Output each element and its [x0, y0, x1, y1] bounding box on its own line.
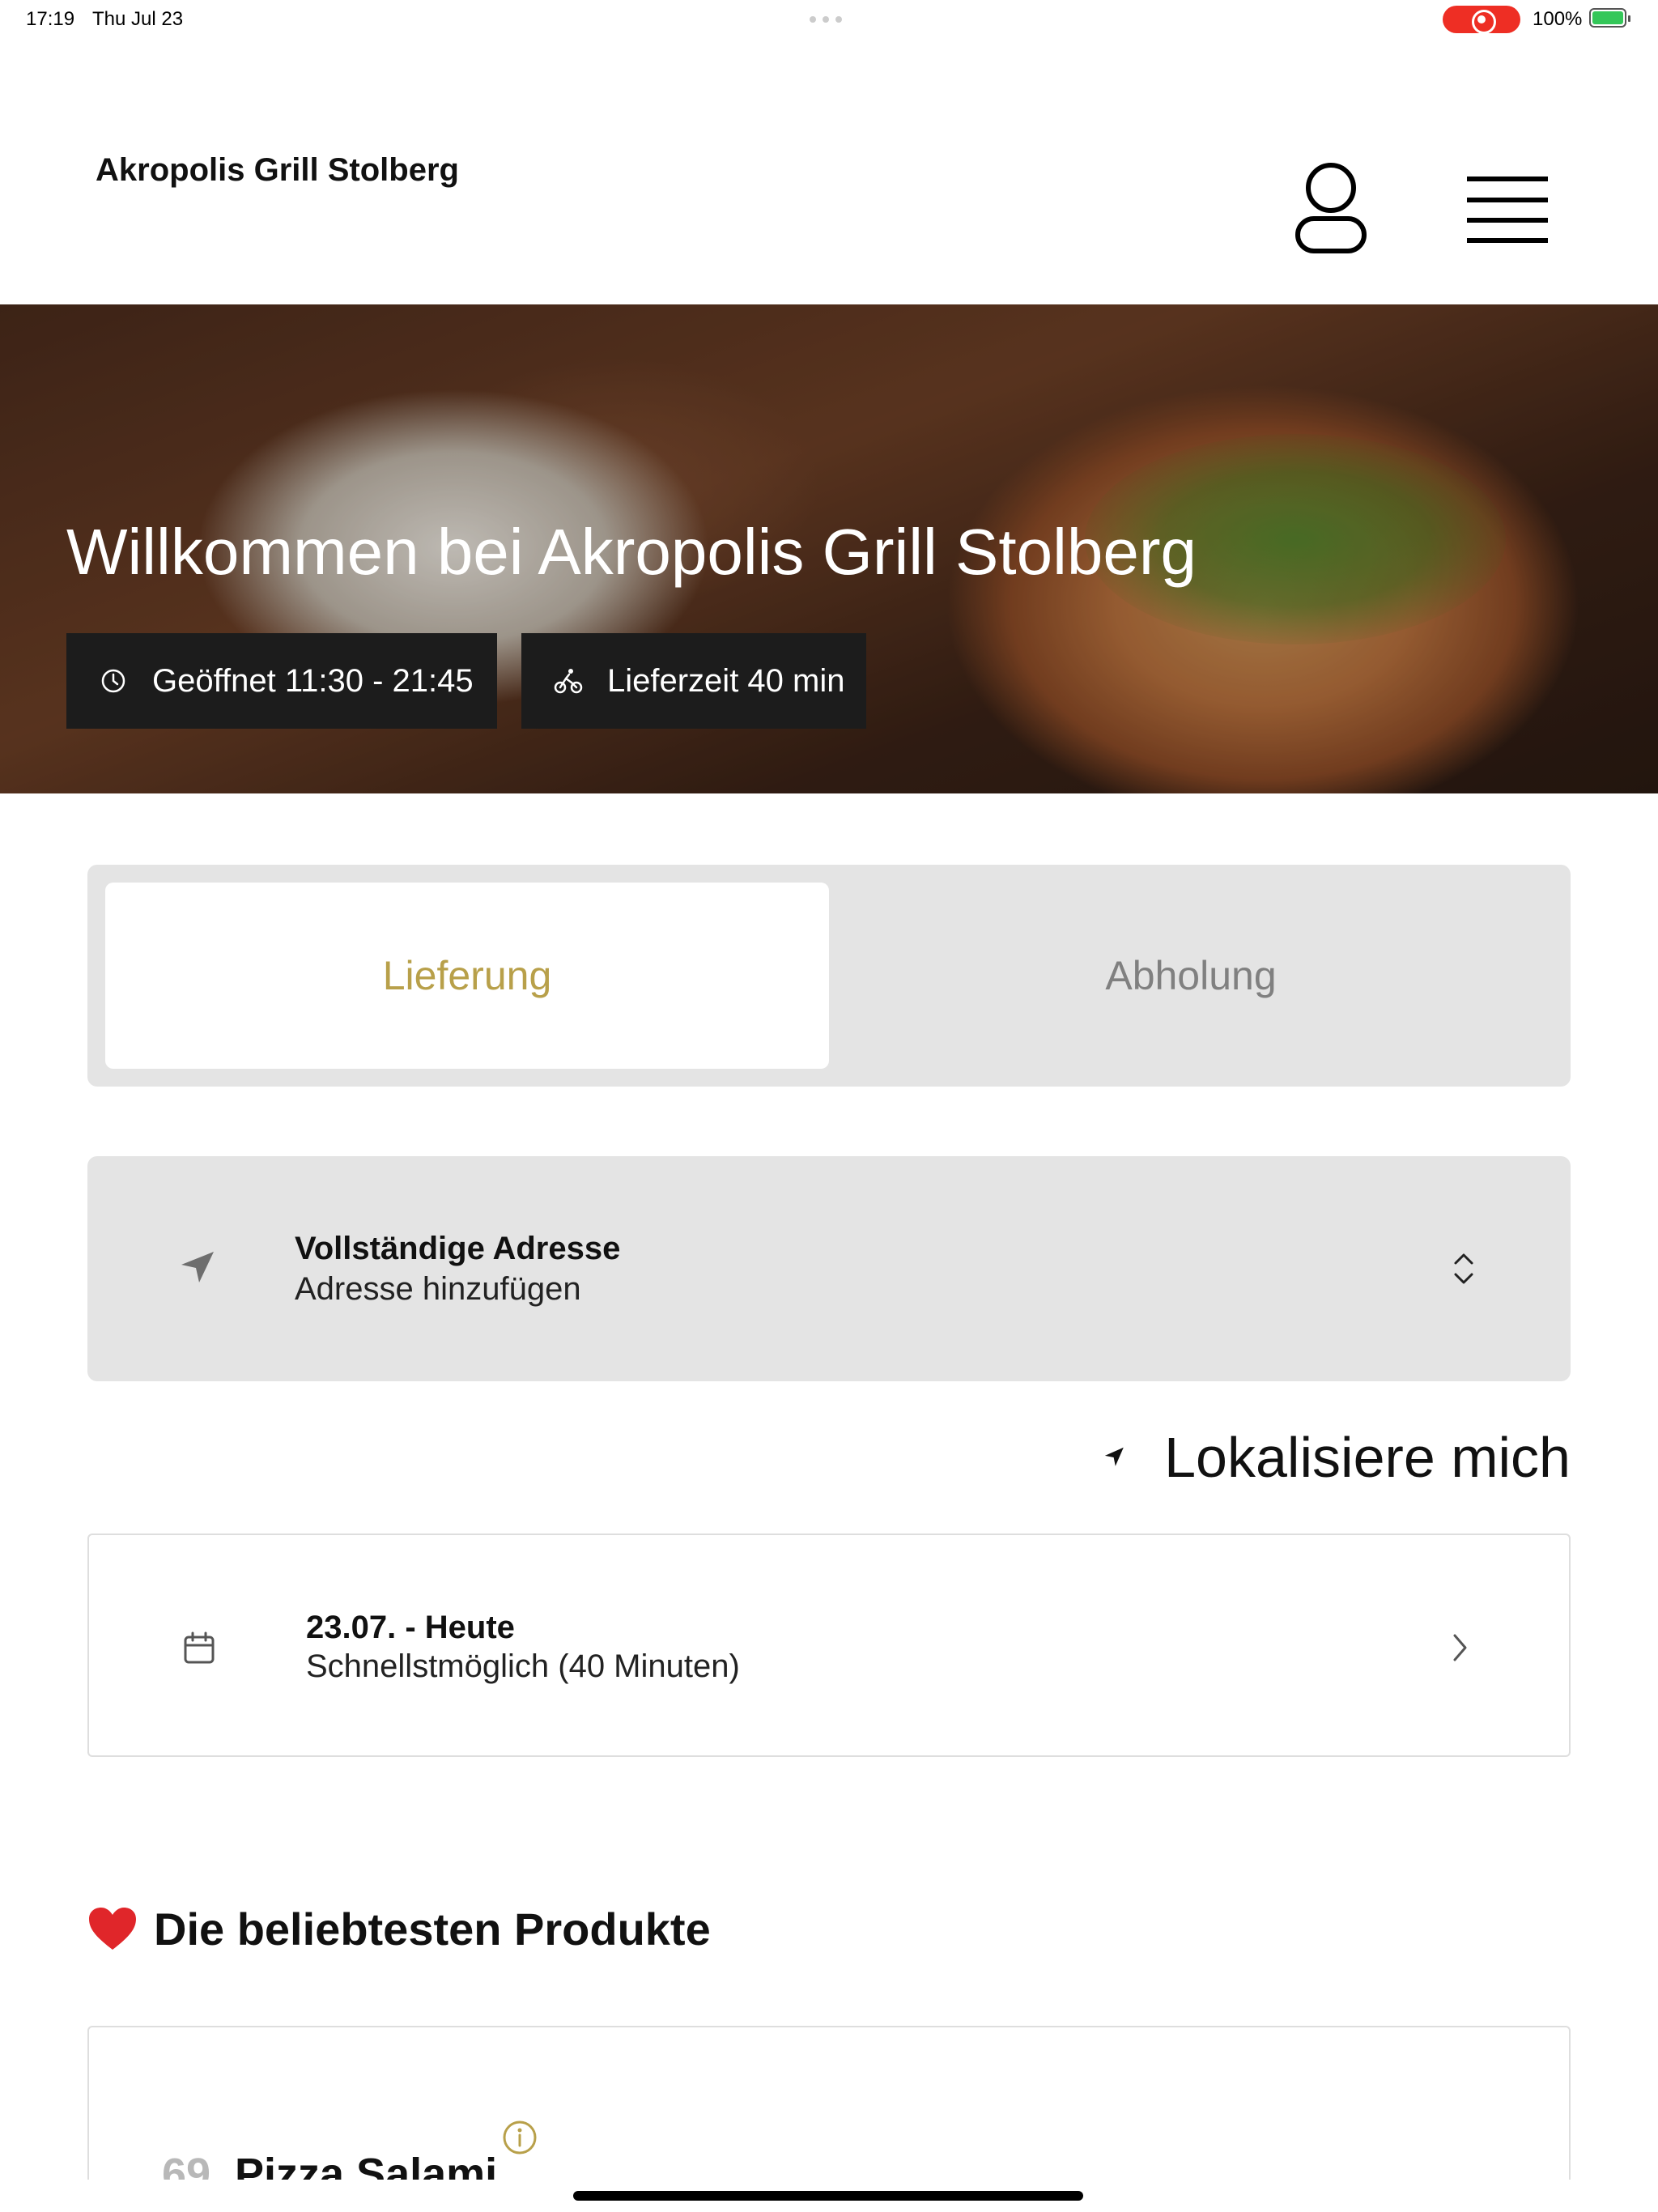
clock-icon — [97, 665, 130, 697]
opening-hours-text: Geöffnet 11:30 - 21:45 — [152, 662, 474, 699]
battery-percentage: 100% — [1533, 8, 1583, 30]
popular-products-heading: Die beliebtesten Produkte — [87, 1899, 711, 1958]
info-icon[interactable] — [502, 2120, 538, 2155]
status-bar: 17:19 Thu Jul 23 100% — [0, 0, 1658, 39]
delivery-time-text: Lieferzeit 40 min — [607, 662, 845, 699]
locate-me-button[interactable]: Lokalisiere mich — [1103, 1425, 1571, 1490]
multitasking-dots-icon[interactable] — [810, 16, 848, 23]
order-mode-toggle: Lieferung Abholung — [87, 865, 1571, 1087]
status-date: Thu Jul 23 — [92, 8, 184, 30]
locate-me-label: Lokalisiere mich — [1164, 1426, 1571, 1489]
screen-recording-icon[interactable] — [1443, 6, 1520, 34]
delivery-schedule-selector[interactable]: 23.07. - Heute Schnellstmöglich (40 Minu… — [87, 1534, 1571, 1757]
chevron-up-down-icon — [1454, 1253, 1473, 1284]
bicycle-icon — [552, 665, 585, 697]
user-icon[interactable] — [1294, 159, 1368, 256]
hamburger-menu-icon[interactable] — [1467, 175, 1548, 245]
status-time: 17:19 — [26, 8, 75, 30]
schedule-time: Schnellstmöglich (40 Minuten) — [306, 1648, 740, 1684]
address-selector[interactable]: Vollständige Adresse Adresse hinzufügen — [87, 1156, 1571, 1381]
location-arrow-icon — [1104, 1447, 1124, 1466]
section-title: Die beliebtesten Produkte — [154, 1903, 711, 1955]
app-header: Akropolis Grill Stolberg — [0, 39, 1658, 304]
address-title: Vollständige Adresse — [295, 1231, 621, 1266]
address-subtitle: Adresse hinzufügen — [295, 1271, 581, 1307]
location-arrow-icon — [181, 1252, 214, 1283]
calendar-icon — [184, 1631, 215, 1664]
home-indicator[interactable] — [573, 2191, 1083, 2201]
hero-banner: Willkommen bei Akropolis Grill Stolberg … — [0, 304, 1658, 793]
schedule-date: 23.07. - Heute — [306, 1610, 515, 1645]
restaurant-name[interactable]: Akropolis Grill Stolberg — [96, 152, 459, 189]
tab-lieferung[interactable]: Lieferung — [105, 883, 829, 1069]
opening-hours-badge: Geöffnet 11:30 - 21:45 — [66, 633, 497, 729]
battery-icon — [1589, 8, 1630, 28]
tab-abholung[interactable]: Abholung — [829, 883, 1553, 1069]
delivery-time-badge: Lieferzeit 40 min — [521, 633, 866, 729]
chevron-right-icon — [1453, 1634, 1467, 1661]
welcome-title: Willkommen bei Akropolis Grill Stolberg — [66, 516, 1197, 588]
heart-icon — [89, 1908, 136, 1950]
